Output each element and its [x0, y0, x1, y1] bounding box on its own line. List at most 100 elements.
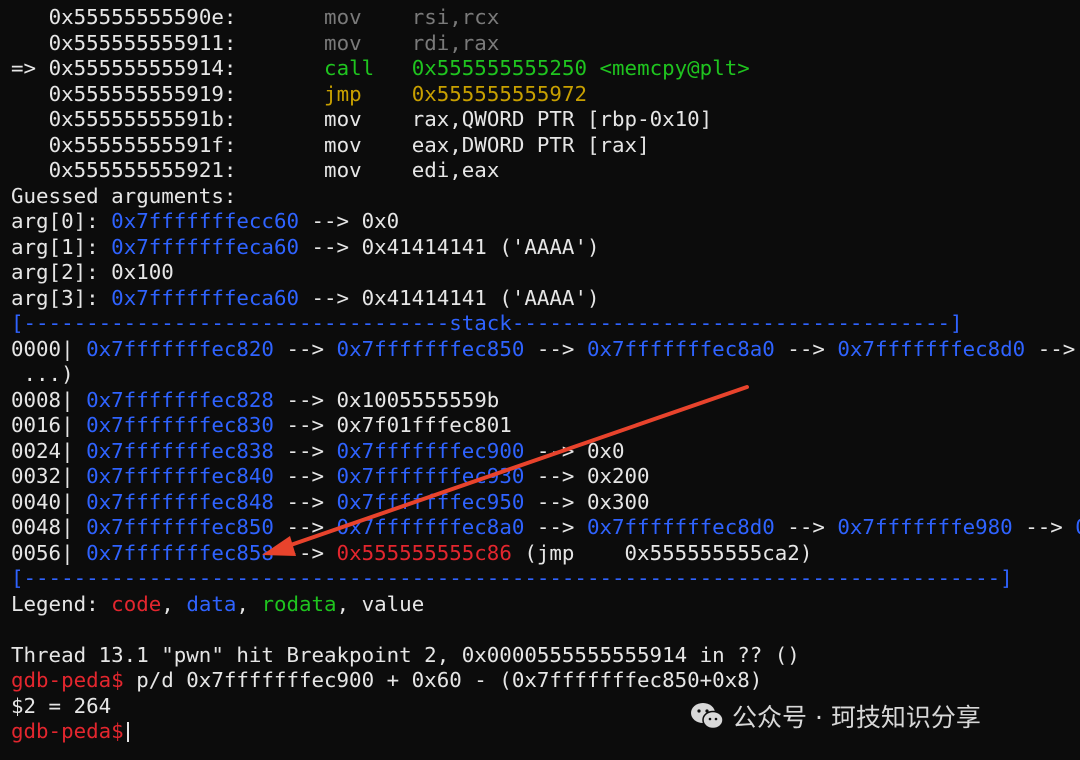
- stack-offset: ...): [11, 362, 74, 386]
- argument-line: arg[0]: 0x7fffffffecc60 --> 0x0: [11, 209, 399, 235]
- argument-pointer: 0x7fffffffeca60: [111, 285, 299, 310]
- argument-line: arg[1]: 0x7fffffffeca60 --> 0x41414141 (…: [11, 235, 599, 261]
- disasm-line: 0x555555555911: mov rdi,rax: [11, 30, 500, 57]
- stack-pointer: 0x7fffffffec8d0: [586, 515, 775, 539]
- instruction-operands: 0x555555555250 <memcpy@plt>: [411, 56, 750, 80]
- stack-pointer: 0x7fffffffec930: [336, 464, 525, 488]
- stack-pointer: 0x7fffffffec838: [86, 438, 274, 463]
- stack-text: -->: [273, 540, 337, 565]
- instruction-address: 0x555555555914:: [48, 56, 237, 80]
- instruction-operands: rax,QWORD PTR [rbp-0x10]: [411, 107, 713, 131]
- current-instruction-marker: [11, 82, 36, 106]
- current-instruction-marker: [11, 31, 36, 55]
- stack-text: -->: [774, 515, 838, 539]
- disasm-line: 0x555555555921: mov edi,eax: [11, 158, 500, 184]
- stack-offset: 0016|: [11, 413, 87, 437]
- argument-label: arg[2]: 0x100: [11, 260, 174, 284]
- stack-pointer: 0x555555555c86: [336, 540, 512, 565]
- stack-pointer: 0x7fffffffec848: [86, 489, 274, 514]
- instruction-address: 0x55555555590e:: [48, 5, 237, 29]
- argument-pointer: 0x7fffffffecc60: [111, 209, 299, 233]
- stack-text: --> 0x200: [524, 464, 650, 488]
- instruction-operands: rdi,rax: [411, 30, 500, 55]
- current-instruction-marker: [11, 107, 36, 131]
- stack-offset: 0056|: [11, 540, 87, 565]
- command-text: p/d 0x7fffffffec900 + 0x60 - (0x7fffffff…: [123, 668, 763, 692]
- legend-separator: ,: [336, 591, 362, 616]
- legend-line: Legend: code, data, rodata, value: [11, 592, 424, 618]
- stack-text: -->: [273, 489, 337, 514]
- text-cursor[interactable]: [126, 722, 129, 742]
- stack-row: 0024| 0x7fffffffec838 --> 0x7fffffffec90…: [11, 439, 625, 465]
- stack-row: ...): [11, 362, 74, 388]
- stack-text: -->: [273, 336, 337, 361]
- stack-text: -->: [774, 336, 838, 361]
- watermark-text: 公众号 · 珂技知识分享: [732, 703, 981, 732]
- stack-text: -->: [524, 336, 587, 361]
- stack-text: -->: [524, 515, 587, 539]
- disasm-line: 0x55555555591f: mov eax,DWORD PTR [rax]: [11, 133, 650, 159]
- stack-text: --> 0x1005555559b: [273, 387, 500, 412]
- instruction-operands: rsi,rcx: [411, 5, 500, 29]
- stack-row: 0032| 0x7fffffffec840 --> 0x7fffffffec93…: [11, 464, 650, 490]
- stack-offset: 0048|: [11, 515, 87, 539]
- argument-label: arg[0]:: [11, 209, 112, 233]
- instruction-mnemonic: mov: [324, 5, 362, 29]
- stack-offset: 0032|: [11, 464, 87, 488]
- stack-row: 0056| 0x7fffffffec858 --> 0x555555555c86…: [11, 541, 812, 567]
- terminal-window[interactable]: 0x55555555590e: mov rsi,rcx 0x5555555559…: [0, 0, 1080, 760]
- stack-pointer: 0x7fffffffec900: [336, 438, 525, 463]
- input-line[interactable]: gdb-peda$: [11, 719, 129, 745]
- current-instruction-marker: [11, 5, 36, 29]
- instruction-address: 0x555555555911:: [48, 30, 237, 55]
- legend-value: value: [361, 591, 425, 616]
- thread-breakpoint-line: Thread 13.1 "pwn" hit Breakpoint 2, 0x00…: [11, 643, 800, 669]
- stack-row: 0048| 0x7fffffffec850 --> 0x7fffffffec8a…: [11, 515, 1080, 541]
- guessed-arguments-header: Guessed arguments:: [11, 184, 236, 210]
- stack-pointer: 0x7fffffffe980: [837, 515, 1013, 539]
- stack-header: [----------------------------------stack…: [11, 311, 963, 335]
- instruction-mnemonic: jmp: [324, 81, 362, 106]
- instruction-mnemonic: mov: [324, 30, 362, 55]
- argument-label: arg[1]:: [11, 234, 112, 259]
- instruction-operands: eax,DWORD PTR [rax]: [411, 132, 650, 157]
- stack-text: -->: [1037, 336, 1076, 361]
- disasm-line: 0x55555555591b: mov rax,QWORD PTR [rbp-0…: [11, 107, 713, 133]
- disasm-line: 0x555555555919: jmp 0x555555555972: [11, 82, 587, 108]
- legend-data: data: [186, 591, 237, 616]
- watermark: 公众号 · 珂技知识分享: [690, 698, 981, 734]
- stack-text: -->: [273, 438, 337, 463]
- stack-text: -->: [1012, 515, 1076, 539]
- instruction-operands: 0x555555555972: [411, 81, 587, 106]
- legend-code: code: [111, 591, 162, 616]
- legend-separator: ,: [236, 591, 262, 616]
- stack-pointer: 0x7fffffffec8d0: [837, 336, 1026, 361]
- stack-offset: 0024|: [11, 438, 87, 463]
- instruction-address: 0x55555555591b:: [48, 107, 237, 131]
- stack-pointer: 0x7fffffffe: [1075, 515, 1080, 539]
- stack-pointer: 0x7fffffffec840: [86, 464, 274, 488]
- command-line: gdb-peda$ p/d 0x7fffffffec900 + 0x60 - (…: [11, 668, 762, 694]
- argument-value: --> 0x0: [298, 209, 400, 233]
- breakpoint-message: Thread 13.1 "pwn" hit Breakpoint 2, 0x00…: [11, 642, 800, 667]
- stack-text: -->: [273, 515, 337, 539]
- stack-text: --> 0x300: [524, 489, 650, 514]
- disasm-line: 0x55555555590e: mov rsi,rcx: [11, 5, 500, 31]
- stack-pointer: 0x7fffffffec820: [86, 336, 274, 361]
- instruction-address: 0x555555555919:: [48, 81, 237, 106]
